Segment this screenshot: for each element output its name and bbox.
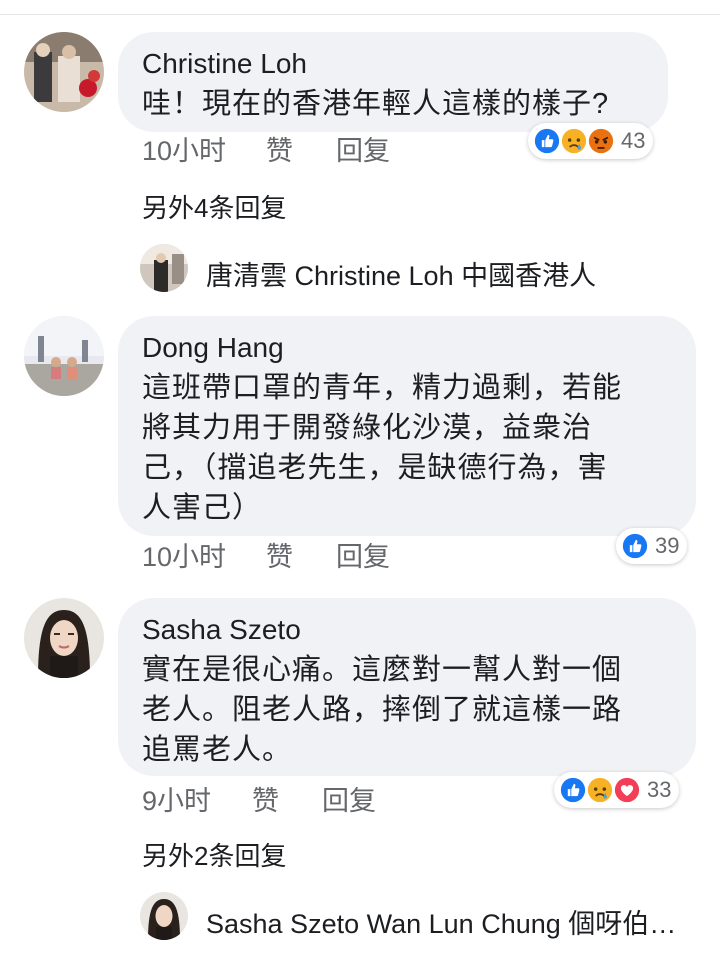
comment-text: 實在是很心痛。這麼對一幫人對一個 老人。阻老人路，摔倒了就這樣一路 追罵老人。: [142, 650, 670, 770]
comment-time[interactable]: 9小时: [142, 786, 211, 816]
sad-icon: [559, 126, 589, 156]
avatar-photo: [24, 598, 104, 678]
avatar[interactable]: [24, 32, 104, 112]
reaction-count: 43: [621, 128, 646, 153]
like-icon: [620, 531, 650, 561]
view-more-replies[interactable]: 另外4条回复: [142, 188, 286, 225]
comment-text: 這班帶口罩的青年，精力過剩，若能 將其力用于開發綠化沙漠，益衆治 己，（擋追老先…: [142, 368, 670, 528]
comment-time[interactable]: 10小时: [142, 542, 226, 572]
like-icon: [532, 126, 562, 156]
comment-line: 追罵老人。: [142, 734, 293, 766]
comment-line: 將其力用于開發綠化沙漠，益衆治: [142, 412, 593, 444]
comment-author[interactable]: Dong Hang: [142, 332, 670, 364]
like-button[interactable]: 赞: [266, 542, 293, 572]
avatar[interactable]: [24, 598, 104, 678]
avatar-photo: [140, 892, 188, 940]
reply-preview[interactable]: 唐清雲 Christine Loh 中國香港人: [206, 254, 596, 293]
reaction-summary[interactable]: 39: [616, 528, 688, 564]
avatar-photo: [24, 32, 104, 112]
comment-line: 老人。阻老人路，摔倒了就這樣一路: [142, 694, 623, 726]
comment-author[interactable]: Sasha Szeto: [142, 614, 670, 646]
reply-author: Sasha Szeto: [206, 909, 360, 939]
sad-icon: [585, 775, 615, 805]
angry-icon: [586, 126, 616, 156]
reply-preview[interactable]: Sasha Szeto Wan Lun Chung 個呀伯…: [206, 902, 676, 941]
reaction-summary[interactable]: 43: [528, 123, 654, 159]
comment-line: 己，（擋追老先生，是缺德行為，害: [142, 452, 608, 484]
reaction-count: 33: [647, 777, 672, 802]
comment-bubble: Christine Loh 哇！現在的香港年輕人這樣的樣子?: [118, 32, 668, 132]
top-divider: [0, 14, 720, 15]
like-button[interactable]: 赞: [266, 136, 293, 166]
comment-bubble: Dong Hang 這班帶口罩的青年，精力過剩，若能 將其力用于開發綠化沙漠，益…: [118, 316, 696, 536]
comment-line: 實在是很心痛。這麼對一幫人對一個: [142, 654, 623, 686]
love-icon: [612, 775, 642, 805]
reply-text: Wan Lun Chung 個呀伯…: [366, 909, 677, 939]
comment-line: 人害己）: [142, 492, 263, 524]
reply-avatar[interactable]: [140, 244, 188, 292]
reply-button[interactable]: 回复: [336, 542, 390, 572]
comment-line: 這班帶口罩的青年，精力過剩，若能: [142, 372, 623, 404]
reply-author: 唐清雲 Christine Loh 中國香港人: [206, 261, 597, 291]
view-more-replies[interactable]: 另外2条回复: [142, 836, 286, 873]
like-button[interactable]: 赞: [252, 786, 279, 816]
reply-button[interactable]: 回复: [336, 136, 390, 166]
reply-avatar[interactable]: [140, 892, 188, 940]
comment-author[interactable]: Christine Loh: [142, 48, 642, 80]
comment-time[interactable]: 10小时: [142, 136, 226, 166]
comment-bubble: Sasha Szeto 實在是很心痛。這麼對一幫人對一個 老人。阻老人路，摔倒了…: [118, 598, 696, 776]
comment-text: 哇！現在的香港年輕人這樣的樣子?: [142, 88, 610, 120]
avatar[interactable]: [24, 316, 104, 396]
reply-button[interactable]: 回复: [322, 786, 376, 816]
reaction-summary[interactable]: 33: [554, 772, 680, 808]
avatar-photo: [140, 244, 188, 292]
reaction-count: 39: [655, 533, 680, 558]
like-icon: [558, 775, 588, 805]
avatar-photo: [24, 316, 104, 396]
